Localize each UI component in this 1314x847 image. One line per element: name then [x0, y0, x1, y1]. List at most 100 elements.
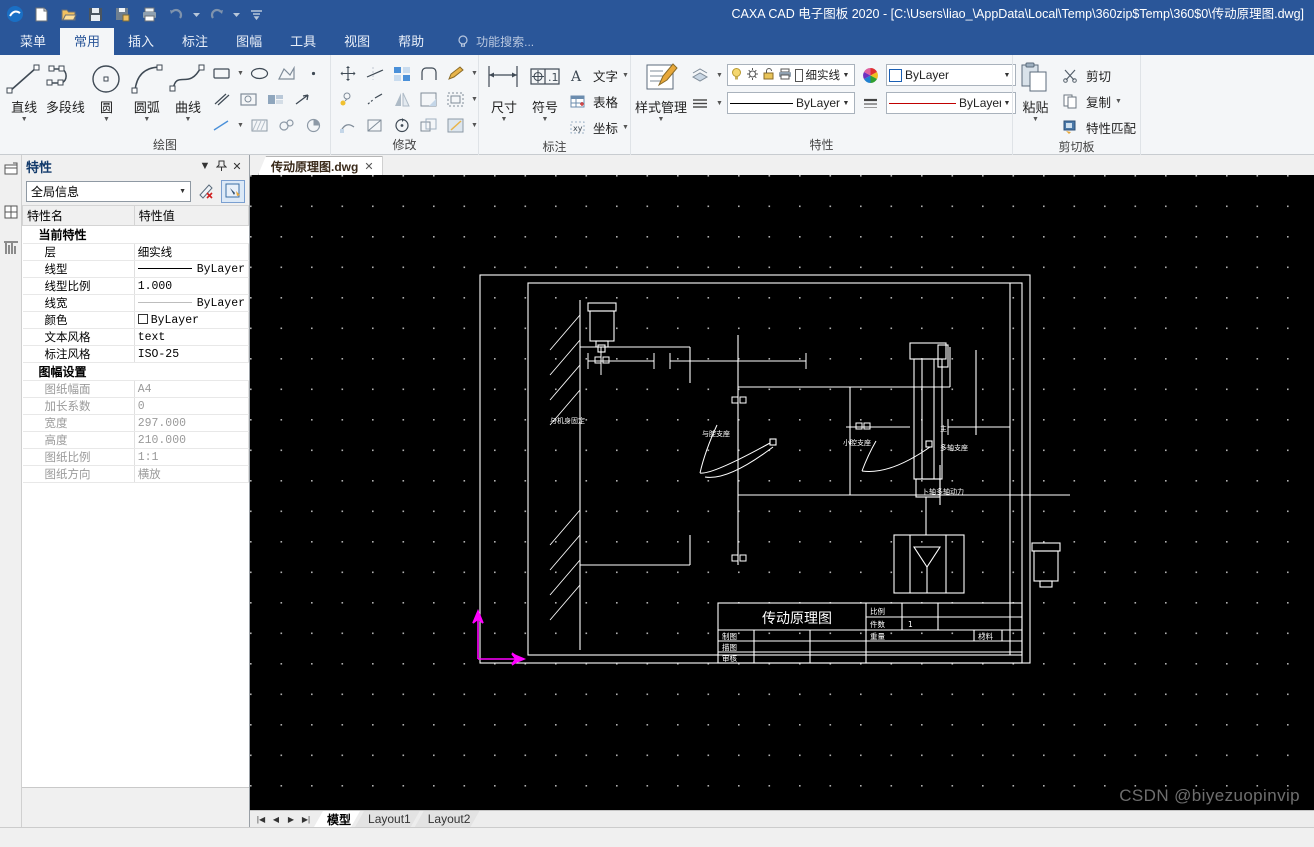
row-value[interactable]: text	[134, 328, 250, 346]
ribbon-tab-help[interactable]: 帮助	[384, 28, 438, 55]
property-group-sheet[interactable]: 图幅设置	[22, 362, 249, 381]
edit-pencil-icon[interactable]	[443, 62, 468, 86]
row-value[interactable]: ByLayer	[134, 294, 250, 312]
feature-search[interactable]: 功能搜索...	[456, 28, 534, 55]
lineweight-manager-icon[interactable]	[858, 91, 883, 115]
last-layout-icon[interactable]: ▶|	[299, 812, 313, 827]
draw-polyline-button[interactable]: 多段线	[44, 58, 86, 116]
coordinate-button[interactable]: xy 坐标 ▼	[565, 115, 630, 140]
table-row[interactable]: 图纸比例 1:1	[22, 448, 250, 466]
linetype-combo[interactable]: ByLayer ▼	[727, 92, 856, 114]
next-layout-icon[interactable]: ▶	[284, 812, 298, 827]
undo-dropdown-icon[interactable]	[191, 3, 201, 25]
chevron-down-icon[interactable]: ▼	[1032, 116, 1039, 123]
drawing-canvas[interactable]: 与机身固定 与腔支座 小腔支座 主 多轴支座 卜轴多轴动力 传动原理图 比例 件…	[250, 175, 1314, 810]
new-file-icon[interactable]	[29, 3, 53, 25]
redo-icon[interactable]	[204, 3, 228, 25]
symbol-button[interactable]: .1 符号 ▼	[525, 58, 565, 123]
text-annotation-button[interactable]: A 文字 ▼	[565, 63, 630, 88]
save-as-icon[interactable]	[110, 3, 134, 25]
ribbon-tab-menu[interactable]: 菜单	[6, 28, 60, 55]
undo-icon[interactable]	[164, 3, 188, 25]
shading-icon[interactable]	[301, 114, 326, 138]
match-properties-button[interactable]: 特性匹配	[1058, 115, 1136, 140]
ribbon-tab-view[interactable]: 视图	[330, 28, 384, 55]
table-row[interactable]: 加长系数 0	[22, 397, 250, 415]
table-row[interactable]: 层 细实线	[22, 243, 250, 261]
chevron-down-icon[interactable]: ▼	[658, 116, 665, 123]
draw-spline-button[interactable]: 曲线 ▼	[167, 58, 209, 123]
save-icon[interactable]	[83, 3, 107, 25]
dimension-button[interactable]: 尺寸 ▼	[483, 58, 525, 123]
mirror-icon[interactable]	[389, 88, 414, 112]
chevron-down-icon[interactable]: ▼	[501, 116, 508, 123]
trim-icon[interactable]	[362, 62, 387, 86]
lineweight-combo[interactable]: ByLayer ▼	[886, 92, 1017, 114]
chevron-down-icon[interactable]: ▼	[621, 124, 630, 131]
customize-qat-icon[interactable]	[244, 3, 268, 25]
property-group-current[interactable]: 当前特性	[22, 225, 249, 244]
layer-combo[interactable]: 细实线 ▼	[727, 64, 856, 86]
row-value[interactable]: ISO-25	[134, 345, 250, 363]
chevron-down-icon[interactable]: ▼	[236, 122, 245, 129]
move-icon[interactable]	[335, 62, 360, 86]
layer-panel-icon[interactable]	[2, 195, 20, 229]
chevron-down-icon[interactable]: ▼	[179, 188, 186, 195]
close-icon[interactable]: ✕	[229, 158, 245, 174]
color-wheel-icon[interactable]	[858, 63, 883, 87]
cut-button[interactable]: 剪切	[1058, 63, 1136, 88]
ellipse-icon[interactable]	[247, 62, 272, 86]
pin-icon[interactable]	[213, 158, 229, 174]
lock-icon[interactable]	[762, 67, 775, 84]
scale-icon[interactable]	[416, 114, 441, 138]
drawing-panel-icon[interactable]	[2, 231, 20, 265]
redo-dropdown-icon[interactable]	[231, 3, 241, 25]
offset-icon[interactable]	[443, 88, 468, 112]
close-icon[interactable]: ✕	[364, 160, 373, 173]
chevron-down-icon[interactable]: ▼	[715, 100, 724, 107]
hatch-icon[interactable]	[247, 114, 272, 138]
rotate-icon[interactable]	[389, 114, 414, 138]
sun-icon[interactable]	[746, 67, 759, 84]
printer-icon[interactable]	[778, 67, 792, 84]
image-icon[interactable]	[236, 88, 261, 112]
properties-panel-icon[interactable]	[2, 159, 20, 193]
lightbulb-icon[interactable]	[730, 67, 743, 84]
block-icon[interactable]	[263, 88, 288, 112]
chevron-down-icon[interactable]: ▼	[840, 100, 852, 107]
rectangle-icon[interactable]	[209, 62, 234, 86]
row-value[interactable]: 1.000	[134, 277, 250, 295]
chevron-down-icon[interactable]: ▼	[1114, 98, 1123, 105]
pick-add-icon[interactable]	[221, 179, 245, 203]
table-row[interactable]: 线宽 ByLayer	[22, 294, 250, 312]
color-square-icon[interactable]	[795, 68, 803, 82]
polygon-icon[interactable]	[274, 62, 299, 86]
quick-select-icon[interactable]	[194, 180, 218, 203]
chevron-down-icon[interactable]: ▼	[185, 116, 192, 123]
break-icon[interactable]	[362, 114, 387, 138]
draw-circle-button[interactable]: 圆 ▼	[86, 58, 126, 123]
chevron-down-icon[interactable]: ▼	[715, 72, 724, 79]
layout-tab-model[interactable]: 模型	[314, 811, 360, 827]
table-row[interactable]: 文本风格 text	[22, 328, 250, 346]
table-row[interactable]: 线型比例 1.000	[22, 277, 250, 295]
paste-button[interactable]: 粘贴 ▼	[1017, 58, 1054, 123]
ribbon-tab-insert[interactable]: 插入	[114, 28, 168, 55]
copy-button[interactable]: 复制 ▼	[1058, 89, 1136, 114]
document-tab[interactable]: 传动原理图.dwg ✕	[258, 156, 383, 175]
chevron-down-icon[interactable]: ▼	[621, 72, 630, 79]
ribbon-tab-home[interactable]: 常用	[60, 28, 115, 55]
chevron-down-icon[interactable]: ▼	[103, 116, 110, 123]
layout-tab-layout1[interactable]: Layout1	[355, 811, 420, 827]
open-file-icon[interactable]	[56, 3, 80, 25]
draw-arc-button[interactable]: 圆弧 ▼	[127, 58, 167, 123]
table-row[interactable]: 图纸幅面 A4	[22, 380, 250, 398]
table-button[interactable]: 表格	[565, 89, 630, 114]
table-row[interactable]: 颜色 ByLayer	[22, 311, 250, 329]
row-value[interactable]: ByLayer	[134, 260, 250, 278]
row-value[interactable]: ByLayer	[134, 311, 250, 329]
puzzle-icon[interactable]	[274, 114, 299, 138]
layer-manager-icon[interactable]	[687, 63, 712, 87]
chevron-down-icon[interactable]: ▼	[542, 116, 549, 123]
layout-tab-layout2[interactable]: Layout2	[415, 811, 480, 827]
